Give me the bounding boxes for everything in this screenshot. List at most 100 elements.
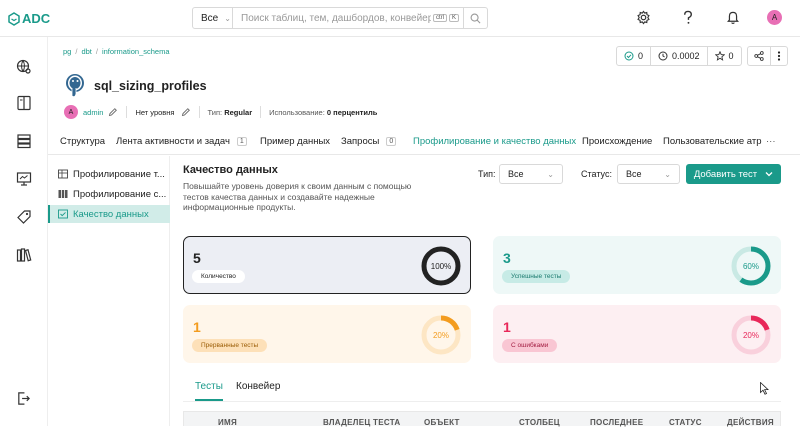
watch-button[interactable]: 0 [616,46,652,66]
entity-meta: A admin Нет уровня Тип: Regular Использо… [64,105,377,119]
tab-queries[interactable]: Запросы 0 [341,136,397,147]
quality-content-tabs: Тесты Конвейер [183,377,781,402]
watch-count: 0 [638,51,644,61]
search-scope-select[interactable]: Все ⌄ [193,8,233,28]
subnav-column-profile[interactable]: Профилирование с... [48,185,170,203]
search-icon [470,13,481,23]
gear-icon[interactable] [636,10,651,25]
tab-sample-data[interactable]: Пример данных [260,136,330,147]
status-filter-value: Все [626,169,642,179]
share-icon [753,51,764,61]
card-progress-ring: 100% [421,246,461,286]
user-avatar[interactable]: A [767,10,782,25]
subnav-column-profile-label: Профилирование с... [73,188,167,200]
chevron-down-icon [765,172,773,177]
card-progress-ring: 20% [421,315,461,355]
tab-schema-label: Структура [60,136,106,147]
card-label: Успешные тесты [502,270,571,283]
type-filter-value: Все [508,169,524,179]
star-icon [714,51,725,61]
tab-custom-properties[interactable]: Пользовательские атр [663,136,762,147]
status-filter-label: Статус: [581,169,612,179]
star-button[interactable]: 0 [706,46,742,66]
subnav-table-profile[interactable]: Профилирование т... [48,165,170,183]
tab-tests[interactable]: Тесты [195,381,223,401]
glossary-icon[interactable] [16,95,32,111]
watch-icon [624,51,634,61]
breadcrumb-item-dbt[interactable]: dbt [81,47,91,56]
tab-profiler-quality-label: Профилирование и качество данных [413,136,577,147]
tab-lineage-label: Происхождение [582,136,653,147]
explore-icon[interactable] [16,59,32,75]
app-logo-text: ADC [22,11,51,26]
library-icon[interactable] [16,247,32,263]
usage-label: Использование: [269,107,325,117]
kebab-icon [777,51,780,61]
breadcrumb-item-schema[interactable]: information_schema [102,47,170,56]
type-label: Тип: [207,107,223,117]
summary-card-failed: 1 С ошибками 20% [493,305,781,363]
add-test-label: Добавить тест [693,168,758,180]
columns-icon [58,190,68,198]
summary-card-aborted: 1 Прерванные тесты 20% [183,305,471,363]
logout-icon[interactable] [16,391,31,406]
card-label: С ошибками [502,339,558,352]
breadcrumb-item-pg[interactable]: pg [63,47,71,56]
tag-icon[interactable] [16,209,32,225]
search-input[interactable]: Поиск таблиц, тем, дашбордов, конвейеров… [233,13,431,24]
app-logo[interactable]: ADC [7,11,50,26]
left-nav [0,37,48,426]
tab-activity-label: Лента активности и задач [116,136,230,147]
card-percent: 20% [433,331,449,340]
type-filter-select[interactable]: Все ⌄ [499,164,563,184]
quality-title: Качество данных [183,164,278,176]
entity-tabs: Структура Лента активности и задач 1 Прим… [48,130,800,155]
summary-card-success: 3 Успешные тесты 60% [493,236,781,294]
tab-profiler-quality[interactable]: Профилирование и качество данных [413,136,576,147]
owner-link[interactable]: admin [83,108,103,117]
subnav-data-quality-label: Качество данных [73,208,149,220]
subnav-table-profile-label: Профилирование т... [73,168,165,180]
table-icon [58,169,68,179]
chevron-down-icon: ⌄ [547,169,554,179]
usage-count: 0.0002 [672,51,700,61]
tab-pipeline[interactable]: Конвейер [236,381,280,392]
summary-card-total: 5 Количество 100% [183,236,471,294]
quality-description: Повышайте уровень доверия к своим данным… [183,181,412,212]
help-icon[interactable] [681,10,695,25]
tab-schema[interactable]: Структура [60,136,105,147]
monitor-icon[interactable] [16,171,32,187]
page-title: sql_sizing_profiles [94,79,207,93]
search-scope-value: Все [201,12,219,24]
search-button[interactable] [463,8,487,28]
postgres-icon [66,74,84,98]
owner-avatar: A [64,105,78,119]
add-test-button[interactable]: Добавить тест [686,164,781,184]
chevron-down-icon: ⌄ [224,13,231,23]
bell-icon[interactable] [726,10,740,25]
tab-activity[interactable]: Лента активности и задач 1 [116,136,247,147]
usage-button[interactable]: 0.0002 [650,46,708,66]
tab-queries-label: Запросы [341,136,380,147]
card-count: 1 [193,319,201,335]
tab-activity-count: 1 [236,137,247,146]
subnav-data-quality[interactable]: Качество данных [48,205,170,223]
top-bar: ADC Все ⌄ Поиск таблиц, тем, дашбордов, … [0,0,800,37]
logo-icon [8,11,20,26]
tab-custom-properties-label: Пользовательские атр [663,136,762,147]
database-icon[interactable] [16,133,32,149]
edit-tier-icon[interactable] [181,107,191,117]
tier-label: Нет уровня [135,107,175,117]
card-percent: 60% [743,262,759,271]
shortcut-ctrl-badge: ctrl [432,14,447,22]
quality-icon [58,209,68,219]
edit-owner-icon[interactable] [108,107,118,117]
more-actions-button[interactable] [769,46,788,66]
card-progress-ring: 20% [731,315,771,355]
tab-lineage[interactable]: Происхождение [582,136,652,147]
card-percent: 20% [743,331,759,340]
tabs-more-button[interactable]: ··· [766,136,776,147]
share-button[interactable] [746,46,771,66]
status-filter-select[interactable]: Все ⌄ [617,164,680,184]
search-placeholder: Поиск таблиц, тем, дашбордов, конвейеров… [241,12,431,24]
